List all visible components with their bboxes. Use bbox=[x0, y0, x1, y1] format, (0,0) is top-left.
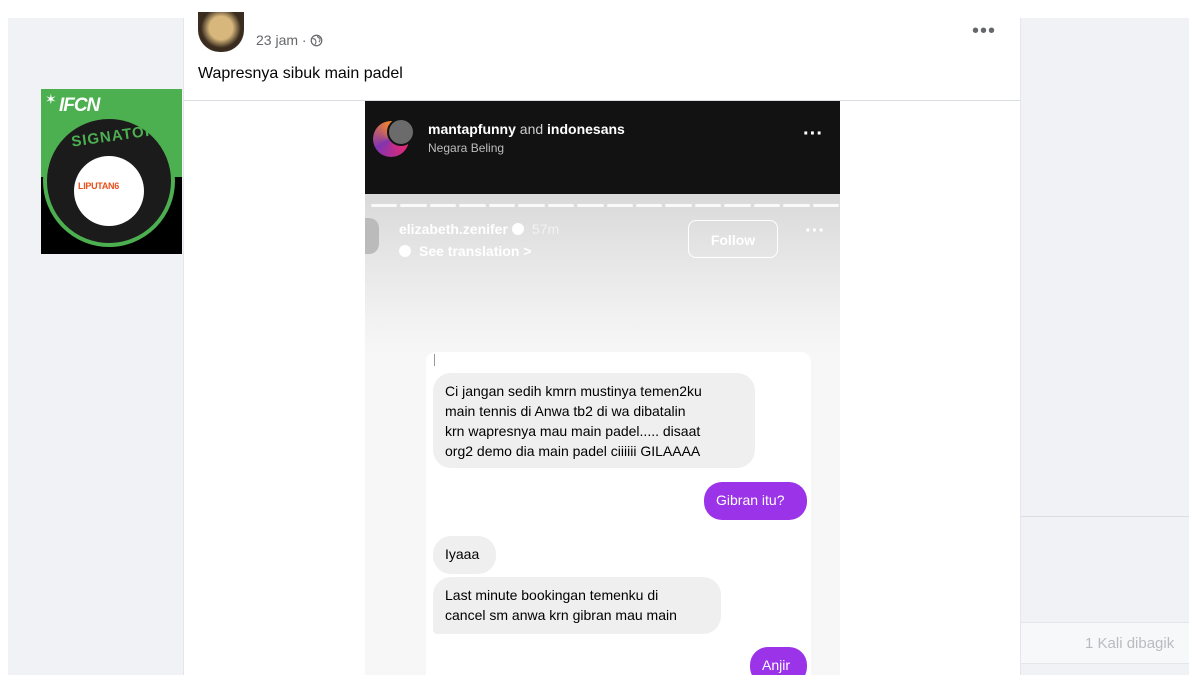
top-band bbox=[0, 0, 1200, 18]
chat-bubble-incoming: Ci jangan sedih kmrn mustinya temen2ku m… bbox=[433, 373, 755, 468]
story-progress-bars bbox=[371, 204, 839, 207]
right-sidebar: 1 Kali dibagik bbox=[1019, 18, 1189, 675]
follow-button: Follow bbox=[688, 220, 778, 258]
post-image-screenshot[interactable]: mantapfunny and indonesans Negara Beling… bbox=[365, 101, 840, 675]
badge-ifcn-text: IFCN bbox=[59, 95, 100, 116]
chat-bubble-incoming: Last minute bookingan temenku di cancel … bbox=[433, 577, 721, 634]
sidebar-divider bbox=[1019, 516, 1189, 517]
see-translation-row: See translation > bbox=[399, 243, 531, 259]
ig-users-and: and bbox=[515, 121, 548, 137]
shares-count[interactable]: 1 Kali dibagik bbox=[1085, 635, 1174, 652]
chat-caret bbox=[434, 354, 435, 366]
chat-bubble-outgoing: Anjir bbox=[750, 647, 807, 675]
verified-icon bbox=[511, 223, 524, 235]
story-time: 57m bbox=[531, 221, 560, 237]
shares-row[interactable]: 1 Kali dibagik bbox=[1019, 622, 1189, 664]
badge-liputan-logo: LIPUTAN6 bbox=[78, 181, 119, 191]
ig-subtitle: Negara Beling bbox=[428, 141, 505, 155]
facebook-post-card: 23 jam · ••• Wapresnya sibuk main padel … bbox=[183, 12, 1021, 675]
chat-bubble-incoming: Iyaaa bbox=[433, 536, 496, 574]
story-username: elizabeth.zenifer bbox=[399, 221, 508, 237]
ig-avatar-secondary bbox=[387, 118, 415, 146]
story-more-icon: ··· bbox=[805, 220, 825, 242]
ig-header: mantapfunny and indonesans Negara Beling… bbox=[365, 101, 840, 194]
ig-more-icon: ··· bbox=[803, 123, 823, 145]
chat-screenshot: Ci jangan sedih kmrn mustinya temen2ku m… bbox=[426, 352, 811, 675]
translate-icon bbox=[399, 245, 411, 257]
post-time[interactable]: 23 jam · bbox=[256, 32, 323, 48]
story-user-avatar bbox=[365, 218, 379, 254]
ig-story: elizabeth.zenifer 57m See translation > F… bbox=[365, 194, 840, 675]
chat-bubble-outgoing: Gibran itu? bbox=[704, 482, 807, 520]
see-translation: See translation > bbox=[419, 243, 532, 259]
ifcn-signatory-badge: ✶ IFCN SIGNATORY LIPUTAN6 bbox=[41, 89, 182, 254]
badge-inner-circle bbox=[74, 156, 144, 226]
story-username-row: elizabeth.zenifer 57m bbox=[399, 221, 559, 237]
ig-user-2: indonesans bbox=[547, 121, 625, 137]
star-icon: ✶ bbox=[45, 91, 57, 107]
globe-icon bbox=[311, 34, 323, 47]
author-avatar[interactable] bbox=[198, 12, 244, 52]
more-options-icon[interactable]: ••• bbox=[972, 20, 996, 43]
ig-user-1: mantapfunny bbox=[428, 121, 516, 137]
ig-usernames: mantapfunny and indonesans bbox=[428, 121, 625, 137]
post-time-text[interactable]: 23 jam · bbox=[256, 32, 310, 48]
post-caption: Wapresnya sibuk main padel bbox=[198, 65, 403, 82]
